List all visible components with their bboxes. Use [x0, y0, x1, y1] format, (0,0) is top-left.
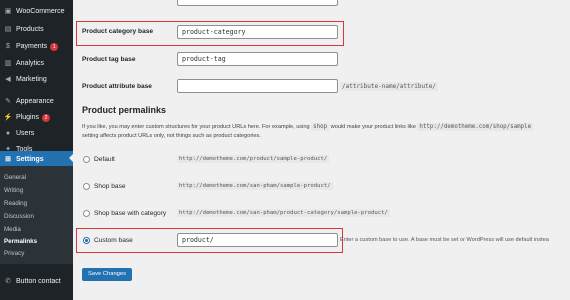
sidebar-item-analytics[interactable]: ▥ Analytics [0, 56, 73, 71]
option-shop-base-label: Shop base [94, 183, 126, 190]
payments-icon: $ [6, 42, 10, 50]
radio-shop-base-category[interactable] [83, 210, 90, 217]
option-shop-base-url: http://demotheme.com/san-pham/sample-pro… [177, 182, 333, 190]
sidebar-item-plugins[interactable]: ⚡ Plugins 2 [0, 110, 73, 125]
option-custom-base-label: Custom base [94, 237, 133, 244]
appearance-icon: ✎ [5, 97, 11, 105]
previous-field-input[interactable] [177, 0, 338, 6]
submenu-item-permalinks[interactable]: Permalinks [4, 238, 37, 245]
tag-base-label: Product tag base [82, 56, 136, 63]
option-shop-base-category-label: Shop base with category [94, 210, 167, 217]
description-text-2: would make your product links like [330, 124, 416, 130]
custom-base-input[interactable]: product/ [177, 233, 338, 247]
radio-shop-base[interactable] [83, 183, 90, 190]
sidebar-item-button-contact[interactable]: ✆ Button contact [0, 274, 73, 289]
sidebar-item-woocommerce[interactable]: ▣ WooCommerce [0, 4, 73, 19]
phone-icon: ✆ [5, 277, 11, 285]
submenu-item-reading[interactable]: Reading [4, 200, 27, 207]
attribute-base-input[interactable] [177, 79, 338, 93]
save-changes-button[interactable]: Save Changes [82, 268, 132, 281]
attribute-base-label: Product attribute base [82, 83, 152, 90]
description-code-url: http://demotheme.com/shop/sample [417, 123, 534, 131]
submenu-item-general[interactable]: General [4, 174, 26, 181]
tag-base-input[interactable]: product-tag [177, 52, 338, 66]
sidebar-item-users[interactable]: ● Users [0, 126, 73, 141]
category-base-input[interactable]: product-category [177, 25, 338, 39]
marketing-icon: ◀ [5, 75, 11, 83]
submenu-item-discussion[interactable]: Discussion [4, 213, 34, 220]
woo-icon: ▣ [4, 7, 12, 15]
sidebar-item-payments[interactable]: $ Payments 1 [0, 39, 73, 54]
plugins-count-badge: 2 [41, 113, 50, 122]
permalinks-description: If you like, you may enter custom struct… [82, 123, 570, 141]
wp-admin-screen: ▣ WooCommerce ▤ Products $ Payments 1 ▥ Analy… [0, 0, 570, 300]
attribute-base-suffix: /attribute-name/attribute/ [340, 82, 438, 91]
settings-submenu: General Writing Reading Discussion Media… [0, 166, 73, 264]
plugins-icon: ⚡ [3, 113, 13, 121]
permalink-settings-main: Product category base product-category P… [73, 0, 570, 300]
analytics-icon: ▥ [4, 59, 12, 67]
custom-base-hint: Enter a custom base to use. A base must … [340, 237, 549, 243]
sidebar-item-marketing[interactable]: ◀ Marketing [0, 72, 73, 87]
option-default-url: http://demotheme.com/product/sample-prod… [177, 155, 330, 163]
product-permalinks-heading: Product permalinks [82, 105, 167, 115]
description-text-3: setting affects product URLs only, not t… [82, 133, 261, 139]
radio-custom-base[interactable] [83, 237, 90, 244]
settings-icon: ⊞ [5, 155, 11, 163]
submenu-item-privacy[interactable]: Privacy [4, 250, 24, 257]
products-icon: ▤ [4, 25, 12, 33]
option-default-label: Default [94, 156, 115, 163]
description-text: If you like, you may enter custom struct… [82, 124, 310, 130]
sidebar-item-products[interactable]: ▤ Products [0, 22, 73, 37]
users-icon: ● [5, 129, 11, 137]
option-shop-base-category-url: http://demotheme.com/san-pham/product-ca… [177, 209, 390, 217]
admin-sidebar: ▣ WooCommerce ▤ Products $ Payments 1 ▥ Analy… [0, 0, 73, 300]
category-base-label: Product category base [82, 28, 154, 35]
radio-default[interactable] [83, 156, 90, 163]
submenu-item-writing[interactable]: Writing [4, 187, 23, 194]
description-code-shop: shop [311, 123, 330, 131]
payments-count-badge: 1 [50, 42, 59, 51]
submenu-item-media[interactable]: Media [4, 226, 21, 233]
sidebar-item-appearance[interactable]: ✎ Appearance [0, 94, 73, 109]
